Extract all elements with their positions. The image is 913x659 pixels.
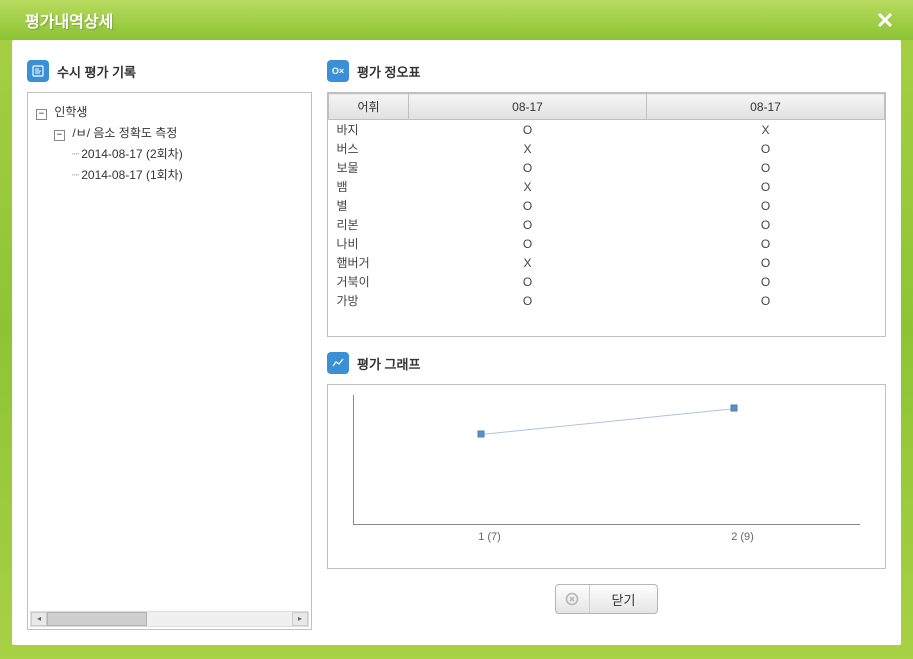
cell-word: 가방 — [329, 291, 409, 310]
close-icon[interactable] — [872, 7, 898, 33]
chart-line — [480, 408, 733, 435]
cell-result: X — [409, 139, 647, 158]
table-row: 햄버거XO — [329, 253, 885, 272]
cell-word: 뱀 — [329, 177, 409, 196]
table-header-col1: 08-17 — [409, 94, 647, 120]
table-row: 리본OO — [329, 215, 885, 234]
cell-word: 보물 — [329, 158, 409, 177]
table-row: 거북이OO — [329, 272, 885, 291]
table-row: 별OO — [329, 196, 885, 215]
tree-root-label[interactable]: 인학생 — [54, 105, 87, 119]
cell-result: O — [409, 291, 647, 310]
tree-view[interactable]: − 인학생 − /ㅂ/ 음소 정확도 측정 2014-08-17 (2회차)20… — [27, 92, 312, 630]
cell-result: O — [409, 272, 647, 291]
assessment-table: 어휘 08-17 08-17 바지OX버스XO보물OO뱀XO별OO리본OO나비O… — [327, 92, 886, 337]
scroll-thumb[interactable] — [47, 612, 147, 626]
cell-result: O — [647, 196, 885, 215]
ox-icon: O× — [327, 60, 349, 82]
tree-node-label[interactable]: /ㅂ/ 음소 정확도 측정 — [72, 126, 177, 140]
cell-word: 햄버거 — [329, 253, 409, 272]
cell-word: 나비 — [329, 234, 409, 253]
record-section-title: 수시 평가 기록 — [57, 62, 136, 81]
cell-word: 바지 — [329, 120, 409, 140]
chart-x-label: 2 (9) — [731, 531, 754, 543]
cell-result: O — [647, 177, 885, 196]
table-section-title: 평가 정오표 — [357, 62, 420, 81]
table-row: 버스XO — [329, 139, 885, 158]
cell-result: O — [647, 215, 885, 234]
cell-result: O — [647, 253, 885, 272]
cell-result: O — [409, 158, 647, 177]
cell-result: X — [647, 120, 885, 140]
chart-x-label: 1 (7) — [478, 531, 501, 543]
tree-toggle-icon[interactable]: − — [36, 109, 47, 120]
cell-result: O — [647, 139, 885, 158]
horizontal-scrollbar[interactable]: ◂ ▸ — [30, 611, 309, 627]
note-icon — [27, 60, 49, 82]
graph-section-title: 평가 그래프 — [357, 354, 420, 373]
assessment-chart: 1 (7) 2 (9) — [327, 384, 886, 569]
close-button[interactable]: 닫기 — [555, 584, 659, 614]
tree-leaf[interactable]: 2014-08-17 (1회차) — [72, 164, 303, 185]
table-row: 뱀XO — [329, 177, 885, 196]
chart-point — [477, 430, 484, 437]
cell-result: O — [409, 196, 647, 215]
tree-leaf[interactable]: 2014-08-17 (2회차) — [72, 143, 303, 164]
record-section-header: 수시 평가 기록 — [27, 60, 312, 82]
table-row: 보물OO — [329, 158, 885, 177]
cell-result: O — [647, 291, 885, 310]
graph-section-header: 평가 그래프 — [327, 352, 886, 374]
table-section-header: O× 평가 정오표 — [327, 60, 886, 82]
close-button-icon — [556, 584, 590, 614]
cell-word: 리본 — [329, 215, 409, 234]
table-row: 가방OO — [329, 291, 885, 310]
table-row: 바지OX — [329, 120, 885, 140]
close-button-label: 닫기 — [590, 590, 658, 609]
cell-result: X — [409, 253, 647, 272]
cell-result: O — [409, 215, 647, 234]
window-title: 평가내역상세 — [25, 8, 113, 32]
cell-result: O — [409, 120, 647, 140]
table-row: 나비OO — [329, 234, 885, 253]
cell-result: X — [409, 177, 647, 196]
table-header-col2: 08-17 — [647, 94, 885, 120]
cell-result: O — [647, 272, 885, 291]
table-header-word: 어휘 — [329, 94, 409, 120]
cell-result: O — [409, 234, 647, 253]
scroll-left-icon[interactable]: ◂ — [31, 612, 47, 626]
scroll-right-icon[interactable]: ▸ — [292, 612, 308, 626]
cell-result: O — [647, 234, 885, 253]
cell-word: 별 — [329, 196, 409, 215]
titlebar: 평가내역상세 — [0, 0, 913, 40]
cell-word: 버스 — [329, 139, 409, 158]
chart-point — [730, 404, 737, 411]
cell-result: O — [647, 158, 885, 177]
cell-word: 거북이 — [329, 272, 409, 291]
chart-icon — [327, 352, 349, 374]
tree-toggle-icon[interactable]: − — [54, 130, 65, 141]
